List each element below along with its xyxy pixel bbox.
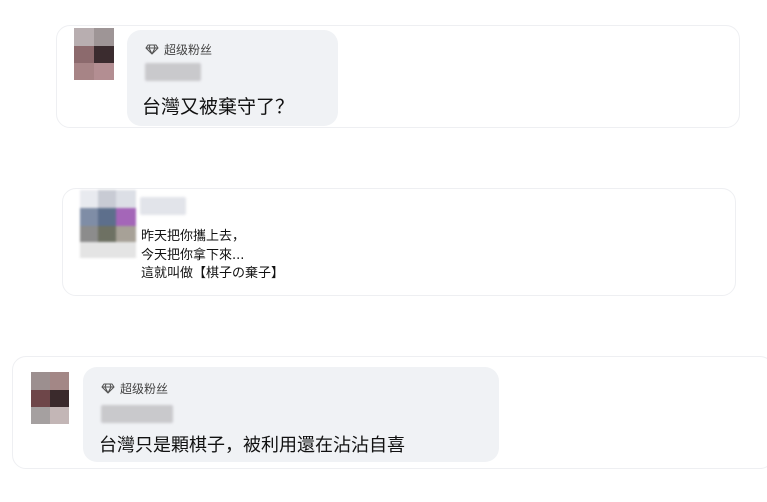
author-name-blurred[interactable] (140, 197, 186, 215)
diamond-icon (101, 383, 115, 394)
author-name-blurred[interactable] (101, 405, 173, 423)
badge-label: 超级粉丝 (120, 382, 169, 396)
diamond-icon (145, 44, 159, 55)
comment-text: 台灣只是顆棋子，被利用還在沾沾自喜 (99, 435, 405, 456)
avatar[interactable] (80, 190, 136, 258)
comment-line: 這就叫做【棋子の棄子】 (141, 266, 285, 281)
avatar[interactable] (74, 28, 114, 80)
comment-line: 昨天把你攜上去， (141, 229, 246, 244)
author-name-blurred[interactable] (145, 63, 201, 81)
top-fan-badge: 超级粉丝 (145, 41, 212, 58)
top-fan-badge: 超级粉丝 (101, 380, 168, 397)
comment-line: 今天把你拿下來... (141, 247, 245, 263)
comment-text: 昨天把你攜上去， 今天把你拿下來... 這就叫做【棋子の棄子】 (141, 228, 284, 284)
comment-text: 台灣又被棄守了？ (142, 96, 295, 118)
avatar[interactable] (31, 372, 69, 424)
badge-label: 超级粉丝 (164, 43, 213, 57)
